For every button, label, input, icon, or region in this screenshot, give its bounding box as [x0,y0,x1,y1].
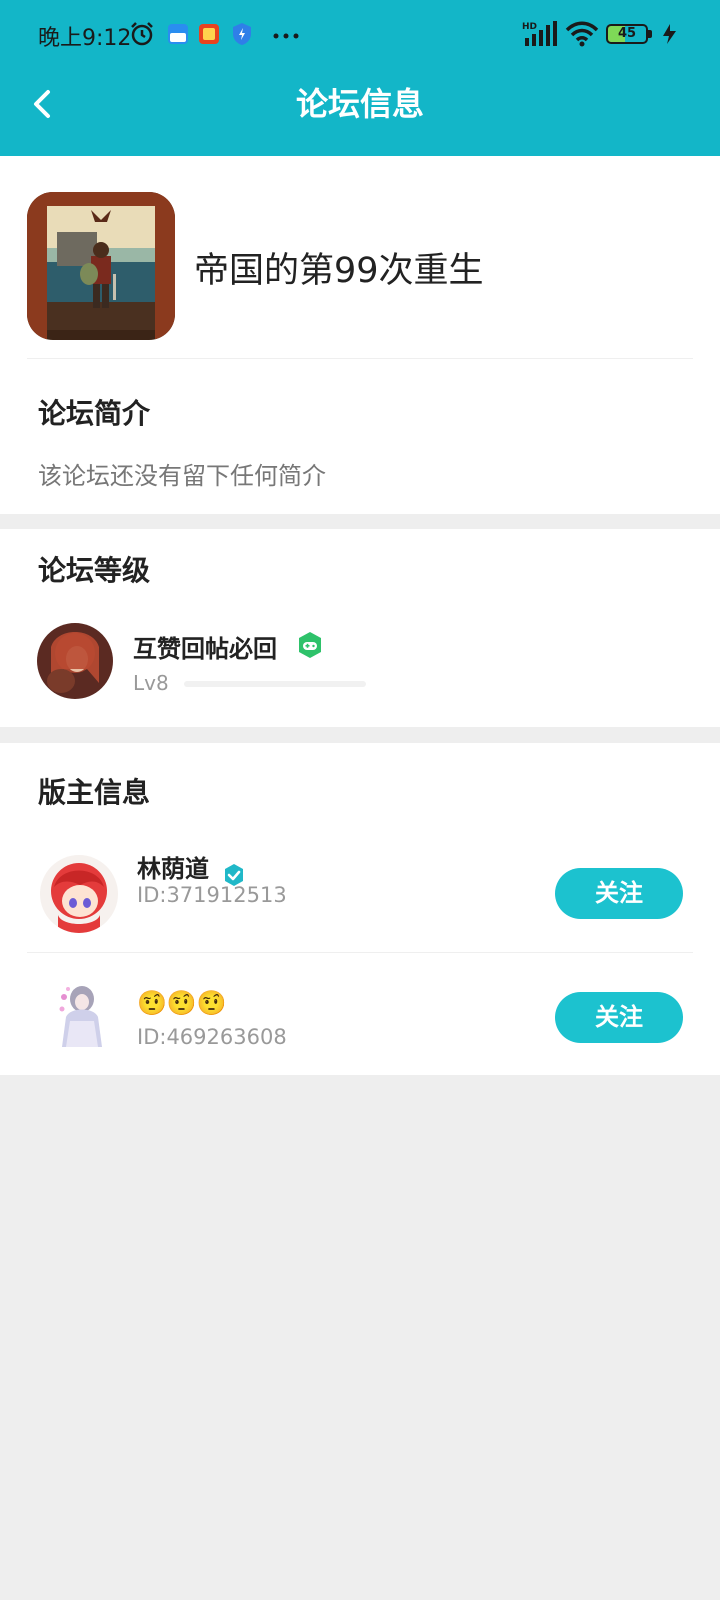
moderator-section-title: 版主信息 [38,776,151,809]
moderator-name[interactable]: 林荫道 [137,849,209,884]
forum-name: 帝国的第99次重生 [194,251,484,291]
battery-icon: 45 [606,24,648,44]
calendar-app-icon [168,24,188,44]
charging-icon [663,24,676,44]
battery-cap [648,30,652,38]
moderator-avatar[interactable] [40,855,118,933]
page-title: 论坛信息 [295,85,424,123]
status-time: 晚上9:12 [38,26,132,51]
alarm-icon [131,22,153,46]
moderator-avatar[interactable] [42,977,118,1053]
forum-level-card: 论坛等级 互赞回帖必回 Lv8 [0,529,720,727]
moderator-info-card: 版主信息 林荫道 ID:371912513 关注 🤨🤨🤨 ID:46926360… [0,743,720,1075]
game-controller-badge-icon [299,632,321,658]
level-section-title: 论坛等级 [38,554,151,587]
moderator-id: ID:371912513 [137,883,287,907]
level-user-name[interactable]: 互赞回帖必回 [133,629,277,664]
battery-level: 45 [617,26,637,41]
status-bar: 晚上9:12 HD 45 [0,0,720,68]
svg-text:HD: HD [522,22,537,32]
follow-button[interactable]: 关注 [555,868,683,919]
more-dots-icon [273,33,299,39]
taobao-app-icon [199,24,219,44]
level-user-avatar[interactable] [37,623,113,699]
divider [27,952,693,953]
moderator-name[interactable]: 🤨🤨🤨 [137,989,227,1017]
intro-section-title: 论坛简介 [38,397,151,430]
follow-button[interactable]: 关注 [555,992,683,1043]
forum-cover-image [27,192,175,340]
divider [27,358,693,359]
top-bar: 晚上9:12 HD 45 论坛信息 [0,0,720,156]
level-progress-bar [184,681,366,687]
moderator-id: ID:469263608 [137,1025,287,1049]
forum-info-card: 帝国的第99次重生 论坛简介 该论坛还没有留下任何简介 [0,156,720,514]
intro-text: 该论坛还没有留下任何简介 [38,462,326,490]
hd-signal-icon: HD [522,21,557,46]
level-label: Lv8 [133,671,169,695]
shield-app-icon [233,23,251,45]
wifi-icon [565,21,599,47]
